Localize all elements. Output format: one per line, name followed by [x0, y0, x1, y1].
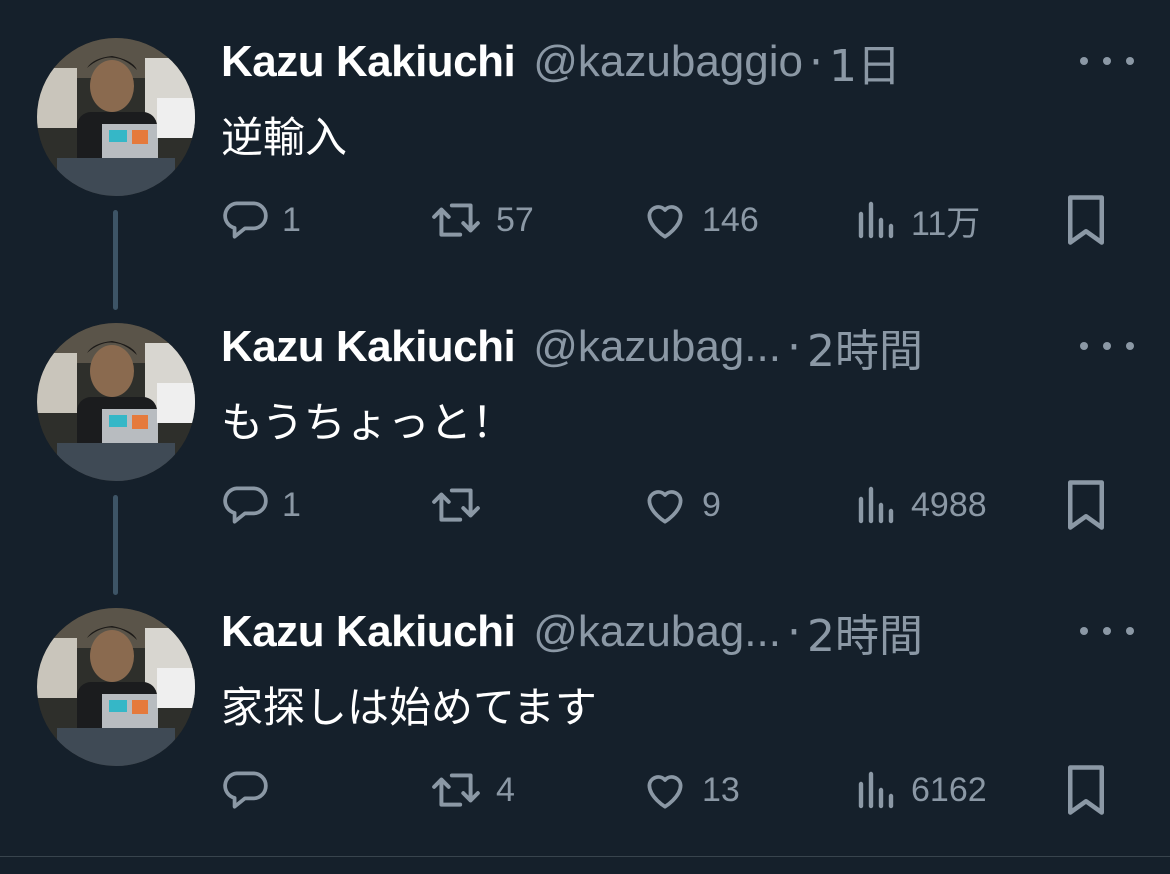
bookmark-button[interactable]: [1063, 475, 1109, 535]
display-name[interactable]: Kazu Kakiuchi: [221, 37, 516, 87]
avatar-photo: [37, 323, 195, 481]
views-count: 4988: [911, 485, 987, 524]
action-bar: 1 57 146 11万: [0, 190, 1170, 250]
like-count: 9: [702, 485, 721, 524]
tweet[interactable]: Kazu Kakiuchi @kazubag... · 2時間 家探しは始めてま…: [0, 570, 1170, 855]
more-icon[interactable]: [1080, 620, 1134, 642]
reply-button[interactable]: [220, 760, 282, 820]
views-icon: [858, 486, 894, 524]
views-icon: [858, 771, 894, 809]
tweet[interactable]: Kazu Kakiuchi @kazubaggio · 1日 逆輸入 1 57 …: [0, 0, 1170, 310]
bookmark-icon: [1068, 195, 1104, 245]
timestamp[interactable]: 1日: [829, 30, 901, 94]
bookmark-button[interactable]: [1063, 190, 1109, 250]
retweet-button[interactable]: 57: [428, 190, 534, 250]
display-name[interactable]: Kazu Kakiuchi: [221, 607, 516, 657]
retweet-count: 57: [496, 200, 534, 239]
like-button[interactable]: 146: [640, 190, 759, 250]
reply-count: 1: [282, 485, 301, 524]
reply-count: 1: [282, 200, 301, 239]
views-button[interactable]: 4988: [855, 475, 987, 535]
separator-dot: ·: [786, 321, 801, 373]
more-icon[interactable]: [1080, 335, 1134, 357]
tweet[interactable]: Kazu Kakiuchi @kazubag... · 2時間 もうちょっと！ …: [0, 285, 1170, 595]
avatar-photo: [37, 608, 195, 766]
display-name[interactable]: Kazu Kakiuchi: [221, 322, 516, 372]
timestamp[interactable]: 2時間: [807, 600, 923, 664]
retweet-count: 4: [496, 770, 515, 809]
reply-icon: [223, 201, 268, 239]
views-count: 11万: [911, 204, 981, 243]
timestamp[interactable]: 2時間: [807, 315, 923, 379]
retweet-button[interactable]: [428, 475, 496, 535]
retweet-icon: [432, 203, 480, 237]
tweet-text: 家探しは始めてます: [221, 683, 597, 732]
divider: [0, 856, 1170, 857]
heart-icon: [647, 775, 683, 809]
like-button[interactable]: 9: [640, 475, 721, 535]
views-button[interactable]: 6162: [855, 760, 987, 820]
tweet-header: Kazu Kakiuchi @kazubag... · 2時間: [221, 319, 1051, 378]
tweet-header: Kazu Kakiuchi @kazubaggio · 1日: [221, 34, 1051, 93]
tweet-text: 逆輸入: [221, 113, 348, 162]
action-bar: 1 9 4988: [0, 475, 1170, 535]
more-icon[interactable]: [1080, 50, 1134, 72]
views-button[interactable]: 11万: [855, 190, 980, 250]
reply-icon: [223, 771, 268, 809]
separator-dot: ·: [809, 36, 823, 88]
reply-button[interactable]: 1: [220, 475, 301, 535]
like-count: 146: [702, 200, 759, 239]
username-handle[interactable]: @kazubag...: [533, 322, 781, 372]
tweet-header: Kazu Kakiuchi @kazubag... · 2時間: [221, 604, 1051, 663]
avatar[interactable]: [37, 38, 195, 196]
heart-icon: [647, 490, 683, 524]
reply-icon: [223, 486, 268, 524]
tweet-text: もうちょっと！: [221, 398, 514, 447]
bookmark-icon: [1068, 480, 1104, 530]
like-button[interactable]: 13: [640, 760, 740, 820]
avatar-photo: [37, 38, 195, 196]
username-handle[interactable]: @kazubag...: [533, 607, 781, 657]
reply-button[interactable]: 1: [220, 190, 301, 250]
bookmark-icon: [1068, 765, 1104, 815]
retweet-icon: [432, 488, 480, 522]
heart-icon: [647, 205, 683, 239]
avatar[interactable]: [37, 323, 195, 481]
separator-dot: ·: [786, 606, 801, 658]
bookmark-button[interactable]: [1063, 760, 1109, 820]
views-icon: [858, 201, 894, 239]
retweet-icon: [432, 773, 480, 807]
avatar[interactable]: [37, 608, 195, 766]
views-count: 6162: [911, 770, 987, 809]
like-count: 13: [702, 770, 740, 809]
username-handle[interactable]: @kazubaggio: [533, 37, 803, 87]
retweet-button[interactable]: 4: [428, 760, 515, 820]
action-bar: 4 13 6162: [0, 760, 1170, 820]
